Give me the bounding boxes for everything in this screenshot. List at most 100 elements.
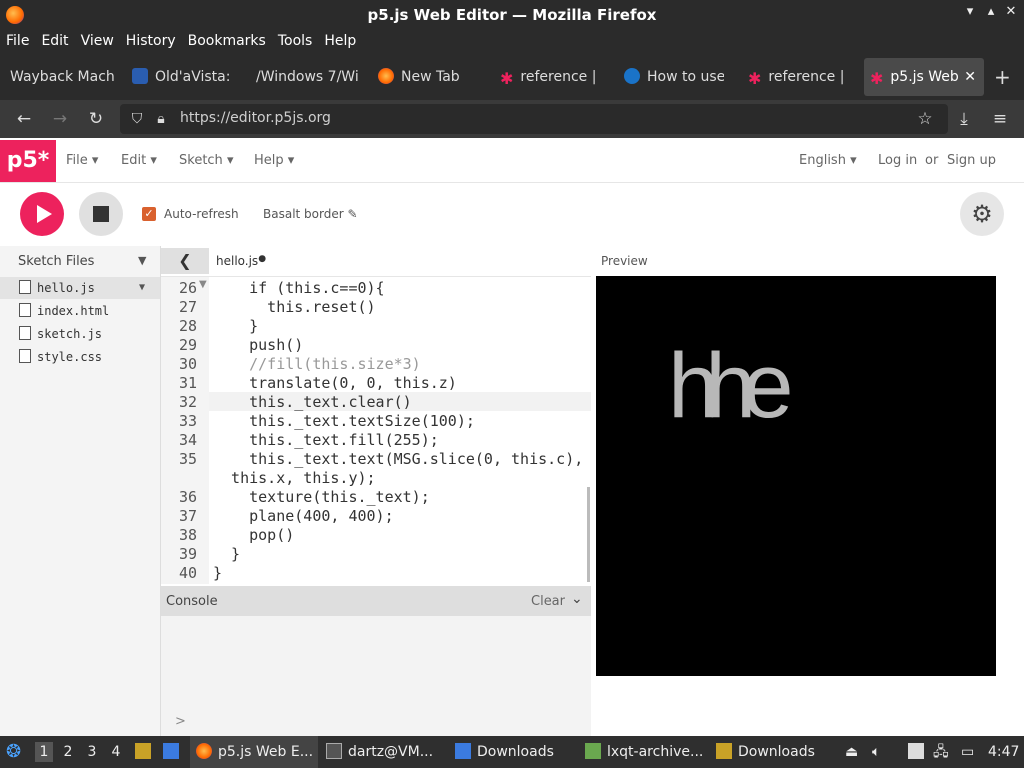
code-line[interactable]: translate(0, 0, this.z) [213,374,457,392]
minimize-icon[interactable]: ▾ [960,4,980,24]
file-item-sketch-js[interactable]: sketch.js [0,323,160,345]
code-line[interactable]: plane(400, 400); [213,507,394,525]
bookmark-star-icon[interactable]: ☆ [914,108,936,130]
file-item-style-css[interactable]: style.css [0,346,160,368]
menu-edit[interactable]: Edit [35,30,74,49]
tab-label: reference | [520,69,597,85]
stop-button[interactable] [79,192,123,236]
clipboard-icon[interactable] [908,736,930,768]
collapse-sidebar-button[interactable]: ❮ [161,248,209,274]
code-line[interactable]: this._text.fill(255); [213,431,439,449]
console-prompt[interactable]: > [175,714,186,729]
menu-history[interactable]: History [120,30,182,49]
login-link[interactable]: Log in [878,153,917,168]
p5-star-icon: ✱ [748,69,762,88]
auto-refresh-checkbox[interactable]: ✓ [142,207,156,221]
tab-close-icon[interactable]: ✕ [964,58,976,96]
eject-icon[interactable]: ⏏ [845,736,858,768]
p5-logo[interactable]: p5* [0,140,56,182]
task-terminal[interactable]: dartz@VM... [326,736,433,768]
chevron-down-icon[interactable]: ▼ [138,254,146,267]
network-icon[interactable]: 🖧︎ [933,736,949,768]
menu-help[interactable]: Help [318,30,362,49]
code-line[interactable]: } [213,317,258,335]
tab-oldavista[interactable]: Old'aVista: [132,58,232,96]
line-number: 28 [178,317,197,335]
code-editor[interactable]: 26 27 28 29 30 31 32 33 34 35 36 37 38 39 40 if (this.… [161,277,591,584]
tab-p5-web-editor[interactable]: ✱ p5.js Web ✕ [864,58,984,96]
volume-icon[interactable]: 🔈︎ [872,736,880,768]
workspace-2[interactable]: 2 [59,742,77,762]
forward-icon[interactable]: → [49,108,71,130]
file-item-hello-js[interactable]: hello.js ▼ [0,277,160,299]
menu-tools[interactable]: Tools [272,30,319,49]
hamburger-menu-icon[interactable]: ≡ [989,108,1011,130]
notification-icon[interactable]: ▭ [961,736,974,768]
code-line[interactable]: //fill(this.size*3) [213,355,421,373]
preview-canvas[interactable]: hhe [596,276,996,676]
code-line[interactable]: pop() [213,526,294,544]
workspace-3[interactable]: 3 [83,742,101,762]
tab-reference-2[interactable]: ✱ reference | [748,58,850,96]
code-line[interactable]: push() [213,336,303,354]
task-firefox[interactable]: p5.js Web E... [190,736,318,768]
tab-windows7[interactable]: /Windows 7/Wi [256,58,358,96]
file-icon [19,326,31,340]
maximize-icon[interactable]: ▴ [981,4,1001,24]
back-icon[interactable]: ← [13,108,35,130]
sketch-name[interactable]: Basalt border ✎ [263,207,358,221]
p5-menu-help[interactable]: Help ▾ [254,153,294,168]
editor-file-tab[interactable]: hello.js● [216,254,266,268]
menu-bookmarks[interactable]: Bookmarks [182,30,272,49]
language-select[interactable]: English ▾ [799,153,857,168]
console-clear-button[interactable]: Clear [531,594,565,609]
task-lxqt-archiver[interactable]: lxqt-archive... [585,736,703,768]
start-menu-icon[interactable]: ❂ [6,736,21,768]
code-line[interactable]: this.x, this.y); [213,469,376,487]
p5-menu-edit[interactable]: Edit ▾ [121,153,157,168]
task-label: Downloads [738,744,815,760]
chevron-down-icon[interactable]: ⌄ [571,591,583,607]
task-downloads-2[interactable]: Downloads [716,736,815,768]
new-tab-button[interactable]: + [994,58,1014,96]
workspace-4[interactable]: 4 [107,742,125,762]
shield-icon[interactable]: ⛉ [126,108,148,130]
sketch-files-sidebar: Sketch Files ▼ hello.js ▼ index.html sket… [0,246,161,736]
lock-icon[interactable]: 🔒︎ [150,108,172,130]
code-line[interactable]: } [213,564,222,582]
signup-link[interactable]: Sign up [947,153,996,168]
task-downloads-1[interactable]: Downloads [455,736,554,768]
code-line[interactable]: } [213,545,240,563]
p5-header: p5* File ▾ Edit ▾ Sketch ▾ Help ▾ Englis… [0,140,1024,183]
code-line[interactable]: this.reset() [213,298,375,316]
fold-arrow-icon[interactable]: ▼ [199,279,207,290]
tab-newtab[interactable]: New Tab [378,58,478,96]
tab-label: Old'aVista: [155,69,231,85]
code-line[interactable]: this._text.text(MSG.slice(0, this.c), [213,450,583,468]
code-line[interactable]: this._text.clear() [213,393,412,411]
tab-how-to-use[interactable]: How to use [624,58,724,96]
close-icon[interactable]: ✕ [1001,4,1021,24]
address-bar[interactable]: ⛉ 🔒︎ https://editor.p5js.org [120,104,948,134]
reload-icon[interactable]: ↻ [85,108,107,130]
file-manager-launcher-icon[interactable] [135,736,157,768]
url-text[interactable]: https://editor.p5js.org [180,110,331,126]
line-number: 29 [178,336,197,354]
code-line[interactable]: if (this.c==0){ [213,279,384,297]
workspace-1[interactable]: 1 [35,742,53,762]
editor-scrollbar[interactable] [587,487,590,582]
settings-gear-button[interactable]: ⚙ [960,192,1004,236]
code-line[interactable]: texture(this._text); [213,488,430,506]
menu-view[interactable]: View [75,30,120,49]
chevron-down-icon[interactable]: ▼ [139,277,145,299]
play-button[interactable] [20,192,64,236]
tab-wayback[interactable]: Wayback Mach [10,58,114,96]
tab-reference-1[interactable]: ✱ reference | [500,58,602,96]
p5-menu-sketch[interactable]: Sketch ▾ [179,153,233,168]
code-line[interactable]: this._text.textSize(100); [213,412,475,430]
downloads-icon[interactable]: ⤓ [953,108,975,130]
show-desktop-icon[interactable] [163,736,185,768]
file-item-index-html[interactable]: index.html [0,300,160,322]
p5-menu-file[interactable]: File ▾ [66,153,98,168]
menu-file[interactable]: File [0,30,35,49]
